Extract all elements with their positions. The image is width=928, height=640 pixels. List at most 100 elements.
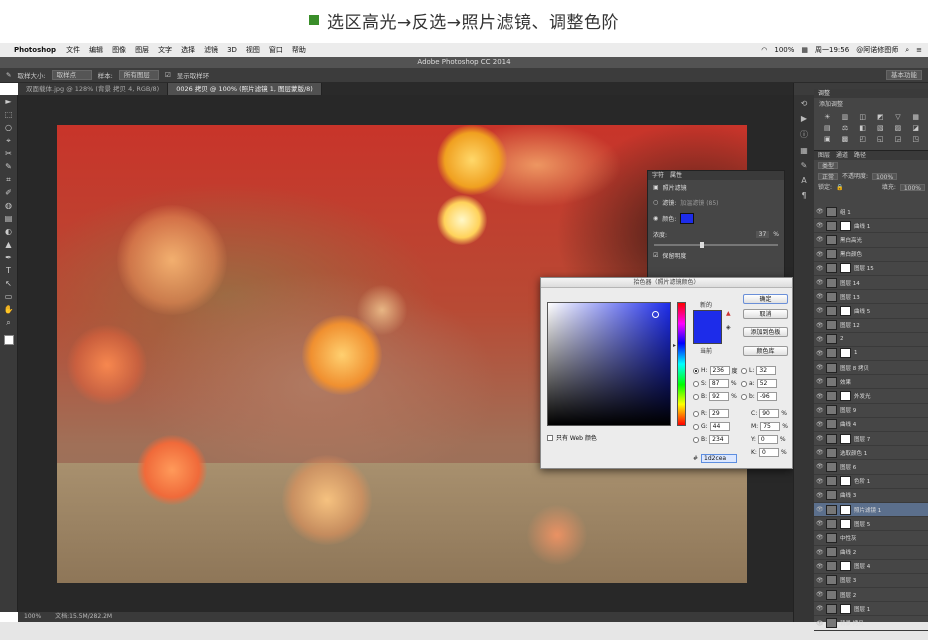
color-libraries-button[interactable]: 颜色库: [743, 346, 788, 356]
gamut-warning-icon[interactable]: ▲: [726, 310, 731, 317]
green-radio[interactable]: [693, 423, 699, 430]
zoom-level[interactable]: 100%: [24, 612, 41, 622]
sample-size-select[interactable]: 取样点: [51, 70, 92, 80]
layer-mask-thumbnail[interactable]: [840, 603, 851, 614]
layer-mask-thumbnail[interactable]: [840, 476, 851, 487]
tab-channels[interactable]: 通道: [836, 151, 848, 160]
layer-row[interactable]: 👁 2: [814, 333, 928, 347]
layer-row[interactable]: 👁 黑白颜色: [814, 248, 928, 262]
visibility-eye-icon[interactable]: 👁: [816, 549, 824, 556]
filter-radio[interactable]: ○: [653, 199, 658, 206]
layer-kind-select[interactable]: 类型: [818, 162, 839, 170]
visibility-eye-icon[interactable]: 👁: [816, 393, 824, 400]
zoom-tool-icon[interactable]: ⌕: [3, 318, 15, 328]
lab-b-radio[interactable]: [741, 393, 747, 400]
tab-doc-1[interactable]: 双面载体.jpg @ 128% (背景 拷贝 4, RGB/8): [18, 83, 169, 95]
web-safe-icon[interactable]: ◈: [726, 324, 731, 331]
visibility-eye-icon[interactable]: 👁: [816, 520, 824, 527]
layer-row[interactable]: 👁 中性灰: [814, 531, 928, 546]
brightness-radio[interactable]: [693, 393, 699, 400]
blue-radio[interactable]: [693, 436, 699, 443]
visibility-eye-icon[interactable]: 👁: [816, 378, 824, 385]
color-lookup-adjustment-icon[interactable]: ▨: [891, 124, 906, 132]
marquee-tool-icon[interactable]: ⬚: [3, 110, 15, 120]
layer-row[interactable]: 👁 1: [814, 347, 928, 362]
layer-row[interactable]: 👁 图层 8 拷贝: [814, 361, 928, 376]
lab-b-input[interactable]: -96: [756, 392, 777, 401]
wifi-icon[interactable]: ◠: [761, 46, 767, 54]
menu-app-name[interactable]: Photoshop: [14, 46, 56, 54]
brightness-adjustment-icon[interactable]: ☀: [820, 113, 835, 121]
visibility-eye-icon[interactable]: 👁: [816, 563, 824, 570]
quick-select-tool-icon[interactable]: ⌖: [3, 136, 15, 146]
menu-image[interactable]: 图像: [112, 45, 126, 55]
menu-layer[interactable]: 图层: [135, 45, 149, 55]
gradient-map-adjustment-icon[interactable]: ◰: [855, 135, 870, 143]
visibility-eye-icon[interactable]: 👁: [816, 492, 824, 499]
visibility-eye-icon[interactable]: 👁: [816, 293, 824, 300]
eyedropper-tool-icon[interactable]: ✎: [3, 162, 15, 172]
add-to-swatches-button[interactable]: 添加到色板: [743, 327, 788, 337]
saturation-input[interactable]: 87: [708, 379, 729, 388]
layer-mask-thumbnail[interactable]: [840, 561, 851, 572]
document-size[interactable]: 文档:15.5M/282.2M: [55, 612, 112, 622]
magenta-input[interactable]: 75: [760, 422, 781, 431]
show-ring-checkbox[interactable]: ☑: [165, 71, 171, 79]
layer-row[interactable]: 👁 图层 14: [814, 276, 928, 291]
blend-mode-select[interactable]: 正常: [818, 173, 839, 181]
hue-radio[interactable]: [693, 367, 699, 374]
tab-character[interactable]: 字符: [652, 171, 664, 180]
layer-mask-thumbnail[interactable]: [840, 263, 851, 274]
red-radio[interactable]: [693, 410, 699, 417]
sample-select[interactable]: 所有图层: [118, 70, 159, 80]
current-color-swatch[interactable]: [694, 327, 721, 343]
visibility-eye-icon[interactable]: 👁: [816, 208, 824, 215]
pen-tool-icon[interactable]: ✒: [3, 253, 15, 263]
lab-a-input[interactable]: 52: [756, 379, 777, 388]
tab-doc-2[interactable]: 0026 拷贝 @ 100% (照片滤镜 1, 图层蒙版/8): [168, 83, 322, 95]
visibility-eye-icon[interactable]: 👁: [816, 279, 824, 286]
hand-tool-icon[interactable]: ✋: [3, 305, 15, 315]
lab-l-radio[interactable]: [741, 367, 747, 374]
visibility-eye-icon[interactable]: 👁: [816, 463, 824, 470]
visibility-eye-icon[interactable]: 👁: [816, 265, 824, 272]
layer-mask-thumbnail[interactable]: [840, 391, 851, 402]
web-only-checkbox[interactable]: [547, 434, 553, 441]
menu-3d[interactable]: 3D: [227, 46, 237, 54]
layer-row[interactable]: 👁 图层 7: [814, 432, 928, 447]
fill-input[interactable]: 100%: [899, 184, 925, 192]
visibility-eye-icon[interactable]: 👁: [816, 421, 824, 428]
menu-help[interactable]: 帮助: [292, 45, 306, 55]
levels-adjustment-icon[interactable]: ▥: [838, 113, 853, 121]
visibility-eye-icon[interactable]: 👁: [816, 591, 824, 598]
visibility-eye-icon[interactable]: 👁: [816, 620, 824, 627]
menu-edit[interactable]: 编辑: [89, 45, 103, 55]
workspace-select[interactable]: 基本功能: [886, 70, 922, 80]
shape-tool-icon[interactable]: ▭: [3, 292, 15, 302]
layer-row[interactable]: 👁 图层 4: [814, 560, 928, 574]
threshold-adjustment-icon[interactable]: ▩: [838, 135, 853, 143]
saturation-brightness-field[interactable]: [547, 302, 671, 426]
layer-row[interactable]: 👁 图层 9: [814, 404, 928, 418]
history-icon[interactable]: ⟲: [801, 99, 808, 108]
shadows-adjustment-icon[interactable]: ◲: [891, 135, 906, 143]
user-name[interactable]: @阿诺修图师: [856, 45, 898, 55]
layer-row[interactable]: 👁 色阶 1: [814, 475, 928, 489]
photo-filter-adjustment-icon[interactable]: ◧: [855, 124, 870, 132]
density-slider-thumb[interactable]: [699, 242, 704, 248]
red-input[interactable]: 29: [709, 409, 730, 418]
color-radio[interactable]: ◉: [653, 215, 658, 222]
hue-slider[interactable]: [677, 302, 686, 426]
density-input[interactable]: 37: [755, 231, 770, 238]
brush-preset-icon[interactable]: ✎: [801, 161, 808, 170]
layer-row[interactable]: 👁 图层 12: [814, 319, 928, 333]
color-cursor[interactable]: [652, 311, 659, 318]
eraser-tool-icon[interactable]: ◐: [3, 227, 15, 237]
tab-layers[interactable]: 图层: [818, 151, 830, 160]
clock[interactable]: 周一19:56: [815, 45, 849, 55]
layer-row[interactable]: 👁 图层 5: [814, 517, 928, 532]
green-input[interactable]: 44: [709, 422, 730, 431]
layer-row[interactable]: 👁 图层 15: [814, 262, 928, 276]
selective-color-adjustment-icon[interactable]: ◱: [873, 135, 888, 143]
vibrance-adjustment-icon[interactable]: ▽: [891, 113, 906, 121]
